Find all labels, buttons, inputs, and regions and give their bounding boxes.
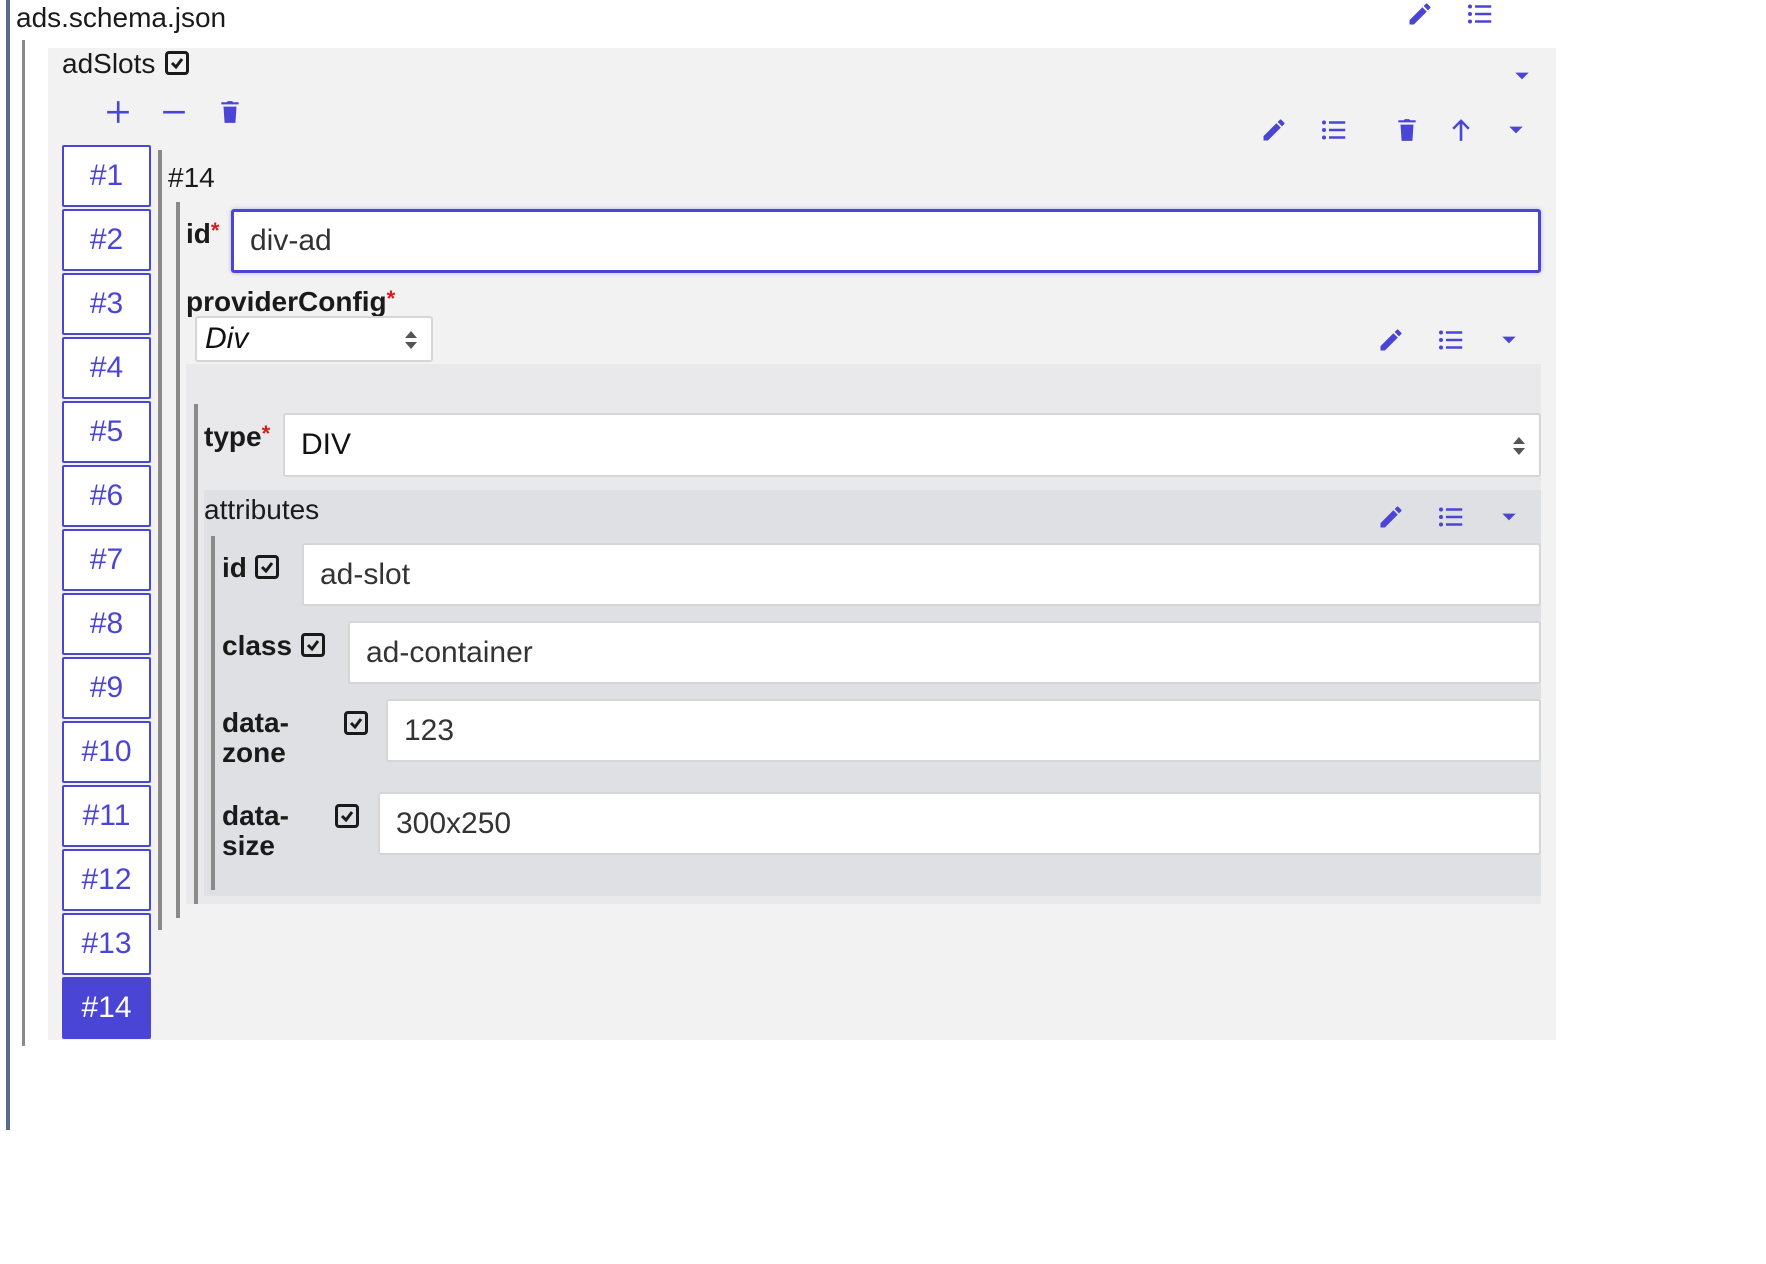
trash-icon[interactable] xyxy=(1387,110,1427,150)
tab-item-2[interactable]: #2 xyxy=(62,209,151,271)
list-icon[interactable] xyxy=(1431,497,1471,537)
providerconfig-label: providerConfig* xyxy=(186,286,396,317)
pencil-icon[interactable] xyxy=(1254,110,1294,150)
providerconfig-border xyxy=(194,404,198,904)
attributes-title: attributes xyxy=(204,494,320,525)
plus-icon[interactable] xyxy=(98,92,138,132)
pencil-icon[interactable] xyxy=(1371,497,1411,537)
root-border-inner xyxy=(22,40,25,1046)
adslots-checkbox[interactable] xyxy=(165,51,189,75)
item-fields-border xyxy=(176,202,180,918)
tab-item-3[interactable]: #3 xyxy=(62,273,151,335)
attr-id-input[interactable]: ad-slot xyxy=(302,543,1541,606)
attr-data-size-checkbox[interactable] xyxy=(335,804,359,828)
minus-icon[interactable] xyxy=(154,92,194,132)
attr-data-zone-checkbox[interactable] xyxy=(344,711,368,735)
attr-class-label: class xyxy=(222,630,293,661)
tab-item-13[interactable]: #13 xyxy=(62,913,151,975)
tab-item-7[interactable]: #7 xyxy=(62,529,151,591)
attr-class-input[interactable]: ad-container xyxy=(348,621,1541,684)
providerconfig-select[interactable]: Div xyxy=(195,316,433,362)
item-border xyxy=(158,150,162,930)
tab-item-8[interactable]: #8 xyxy=(62,593,151,655)
item-title: #14 xyxy=(168,162,215,193)
adslots-title: adSlots xyxy=(62,48,156,79)
attr-data-zone-input[interactable]: 123 xyxy=(386,699,1541,762)
id-input[interactable]: div-ad xyxy=(231,209,1541,273)
attributes-border xyxy=(211,536,215,890)
tab-item-5[interactable]: #5 xyxy=(62,401,151,463)
tab-item-11[interactable]: #11 xyxy=(62,785,151,847)
list-icon[interactable] xyxy=(1431,320,1471,360)
attr-data-size-input[interactable]: 300x250 xyxy=(378,792,1541,855)
select-arrows-icon xyxy=(1513,437,1525,455)
attr-class-checkbox[interactable] xyxy=(301,633,325,657)
arrow-up-icon[interactable] xyxy=(1441,110,1481,150)
tab-item-10[interactable]: #10 xyxy=(62,721,151,783)
attr-data-zone-label: data- zone xyxy=(222,707,289,768)
attr-id-label: id xyxy=(222,552,247,583)
caret-down-icon[interactable] xyxy=(1489,497,1529,537)
type-select[interactable]: DIV xyxy=(283,413,1541,477)
attr-data-size-label: data- size xyxy=(222,800,289,861)
tab-item-4[interactable]: #4 xyxy=(62,337,151,399)
pencil-icon[interactable] xyxy=(1371,320,1411,360)
list-icon[interactable] xyxy=(1314,110,1354,150)
caret-down-icon[interactable] xyxy=(1489,320,1529,360)
tab-item-14[interactable]: #14 xyxy=(62,977,151,1039)
attr-id-checkbox[interactable] xyxy=(255,555,279,579)
root-border xyxy=(6,0,10,1130)
type-label: type* xyxy=(204,421,271,452)
caret-down-icon[interactable] xyxy=(1502,56,1542,96)
caret-down-icon[interactable] xyxy=(1496,110,1536,150)
list-icon[interactable] xyxy=(1460,0,1500,34)
pencil-icon[interactable] xyxy=(1400,0,1440,34)
trash-icon[interactable] xyxy=(210,92,250,132)
tab-item-6[interactable]: #6 xyxy=(62,465,151,527)
file-title: ads.schema.json xyxy=(16,2,227,33)
tab-item-9[interactable]: #9 xyxy=(62,657,151,719)
select-arrows-icon xyxy=(405,331,417,349)
tab-item-1[interactable]: #1 xyxy=(62,145,151,207)
tab-item-12[interactable]: #12 xyxy=(62,849,151,911)
id-label: id* xyxy=(186,218,220,249)
